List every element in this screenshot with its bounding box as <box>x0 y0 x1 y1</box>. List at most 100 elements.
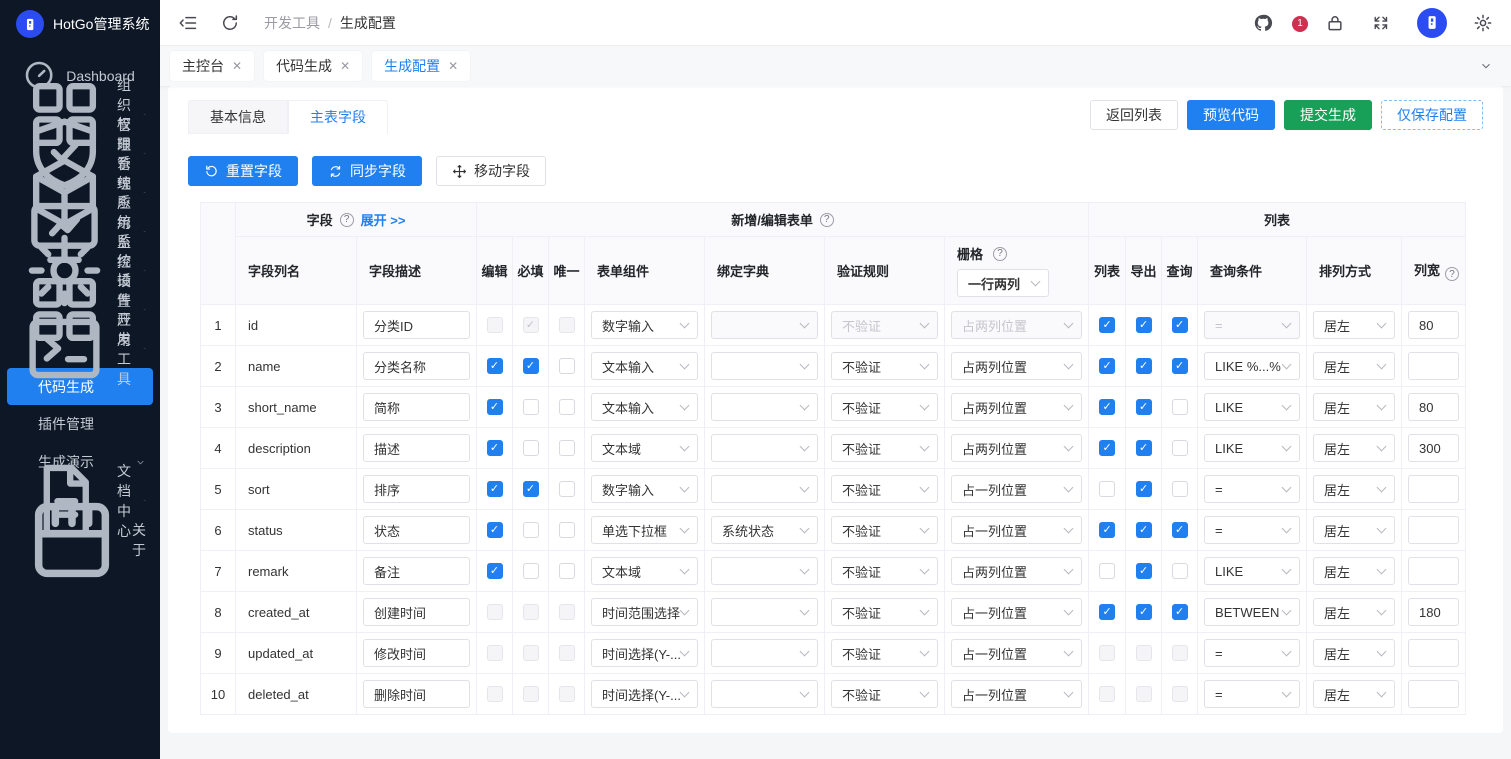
export-checkbox[interactable]: ✓ <box>1135 522 1152 538</box>
list-checkbox[interactable]: ✓ <box>1099 522 1116 538</box>
edit-checkbox[interactable]: ✓ <box>486 358 503 374</box>
dict-select[interactable] <box>711 680 818 708</box>
sidebar-item-关于[interactable]: 关于 <box>0 502 160 577</box>
list-checkbox[interactable]: ✓ <box>1099 604 1116 620</box>
unique-checkbox[interactable]: ✓ <box>558 645 575 661</box>
align-select[interactable]: 居左 <box>1313 475 1396 503</box>
rule-select[interactable]: 不验证 <box>831 516 938 544</box>
grid-select[interactable]: 占一列位置 <box>951 680 1083 708</box>
width-input[interactable] <box>1408 639 1460 667</box>
query-condition-select[interactable]: LIKE %...% <box>1204 352 1301 380</box>
field-desc-input[interactable] <box>363 598 470 626</box>
export-checkbox[interactable]: ✓ <box>1135 481 1152 497</box>
export-checkbox[interactable]: ✓ <box>1135 563 1152 579</box>
grid-select[interactable]: 占两列位置 <box>951 352 1083 380</box>
dict-select[interactable]: 系统状态 <box>711 516 818 544</box>
unique-checkbox[interactable]: ✓ <box>558 358 575 374</box>
rule-select[interactable]: 不验证 <box>831 393 938 421</box>
align-select[interactable]: 居左 <box>1313 434 1396 462</box>
close-icon[interactable]: ✕ <box>232 60 242 72</box>
query-checkbox[interactable]: ✓ <box>1171 686 1188 702</box>
form-component-select[interactable]: 时间范围选择 <box>591 598 698 626</box>
query-condition-select[interactable]: LIKE <box>1204 557 1301 585</box>
query-checkbox[interactable]: ✓ <box>1171 481 1188 497</box>
query-checkbox[interactable]: ✓ <box>1171 522 1188 538</box>
close-icon[interactable]: ✕ <box>340 60 350 72</box>
help-icon[interactable]: ? <box>1445 267 1460 282</box>
edit-checkbox[interactable]: ✓ <box>486 317 503 333</box>
rule-select[interactable]: 不验证 <box>831 598 938 626</box>
breadcrumb-parent[interactable]: 开发工具 <box>264 13 320 33</box>
page-tab-chip-代码生成[interactable]: 代码生成 ✕ <box>264 51 363 81</box>
query-checkbox[interactable]: ✓ <box>1171 440 1188 456</box>
width-input[interactable] <box>1408 475 1460 503</box>
field-desc-input[interactable] <box>363 393 470 421</box>
rule-select[interactable]: 不验证 <box>831 352 938 380</box>
field-desc-input[interactable] <box>363 557 470 585</box>
help-icon[interactable]: ? <box>339 212 354 227</box>
chevron-down-icon[interactable] <box>1479 59 1493 73</box>
edit-checkbox[interactable]: ✓ <box>486 604 503 620</box>
align-select[interactable]: 居左 <box>1313 311 1396 339</box>
list-checkbox[interactable]: ✓ <box>1099 686 1116 702</box>
refresh-icon[interactable] <box>220 13 240 33</box>
dict-select[interactable] <box>711 434 818 462</box>
edit-checkbox[interactable]: ✓ <box>486 686 503 702</box>
required-checkbox[interactable]: ✓ <box>522 317 539 333</box>
reset-fields-button[interactable]: 重置字段 <box>188 156 298 186</box>
width-input[interactable] <box>1408 311 1460 339</box>
query-condition-select[interactable]: = <box>1204 475 1301 503</box>
width-input[interactable] <box>1408 393 1460 421</box>
rule-select[interactable]: 不验证 <box>831 557 938 585</box>
query-condition-select[interactable]: LIKE <box>1204 393 1301 421</box>
list-checkbox[interactable]: ✓ <box>1099 481 1116 497</box>
query-condition-select[interactable]: = <box>1204 516 1301 544</box>
required-checkbox[interactable]: ✓ <box>522 686 539 702</box>
form-component-select[interactable]: 时间选择(Y-... <box>591 680 698 708</box>
tab-main-fields[interactable]: 主表字段 <box>288 100 388 134</box>
rule-select[interactable]: 不验证 <box>831 680 938 708</box>
query-condition-select[interactable]: LIKE <box>1204 434 1301 462</box>
unique-checkbox[interactable]: ✓ <box>558 522 575 538</box>
required-checkbox[interactable]: ✓ <box>522 481 539 497</box>
align-select[interactable]: 居左 <box>1313 598 1396 626</box>
back-to-list-button[interactable]: 返回列表 <box>1090 100 1178 130</box>
app-logo[interactable]: HotGo管理系统 <box>0 0 160 48</box>
width-input[interactable] <box>1408 516 1460 544</box>
width-input[interactable] <box>1408 434 1460 462</box>
edit-checkbox[interactable]: ✓ <box>486 481 503 497</box>
collapse-sidebar-icon[interactable] <box>178 13 198 33</box>
form-component-select[interactable]: 时间选择(Y-... <box>591 639 698 667</box>
export-checkbox[interactable]: ✓ <box>1135 317 1152 333</box>
grid-select[interactable]: 占一列位置 <box>951 475 1083 503</box>
lock-screen-icon[interactable] <box>1325 13 1345 33</box>
list-checkbox[interactable]: ✓ <box>1099 358 1116 374</box>
sidebar-subitem-插件管理[interactable]: 插件管理 <box>0 405 160 443</box>
submit-generate-button[interactable]: 提交生成 <box>1284 100 1372 130</box>
help-icon[interactable]: ? <box>819 212 834 227</box>
field-desc-input[interactable] <box>363 475 470 503</box>
form-component-select[interactable]: 数字输入 <box>591 475 698 503</box>
edit-checkbox[interactable]: ✓ <box>486 563 503 579</box>
grid-select[interactable]: 占一列位置 <box>951 598 1083 626</box>
field-desc-input[interactable] <box>363 352 470 380</box>
align-select[interactable]: 居左 <box>1313 639 1396 667</box>
save-config-only-button[interactable]: 仅保存配置 <box>1381 100 1483 130</box>
sync-fields-button[interactable]: 同步字段 <box>312 156 422 186</box>
query-checkbox[interactable]: ✓ <box>1171 358 1188 374</box>
user-avatar[interactable] <box>1417 7 1447 38</box>
field-desc-input[interactable] <box>363 434 470 462</box>
export-checkbox[interactable]: ✓ <box>1135 604 1152 620</box>
align-select[interactable]: 居左 <box>1313 680 1396 708</box>
list-checkbox[interactable]: ✓ <box>1099 563 1116 579</box>
grid-select[interactable]: 占两列位置 <box>951 557 1083 585</box>
align-select[interactable]: 居左 <box>1313 393 1396 421</box>
query-checkbox[interactable]: ✓ <box>1171 399 1188 415</box>
list-checkbox[interactable]: ✓ <box>1099 399 1116 415</box>
query-condition-select[interactable]: = <box>1204 311 1301 339</box>
align-select[interactable]: 居左 <box>1313 557 1396 585</box>
page-tab-chip-生成配置[interactable]: 生成配置 ✕ <box>372 51 471 81</box>
unique-checkbox[interactable]: ✓ <box>558 563 575 579</box>
unique-checkbox[interactable]: ✓ <box>558 317 575 333</box>
query-condition-select[interactable]: BETWEEN <box>1204 598 1301 626</box>
